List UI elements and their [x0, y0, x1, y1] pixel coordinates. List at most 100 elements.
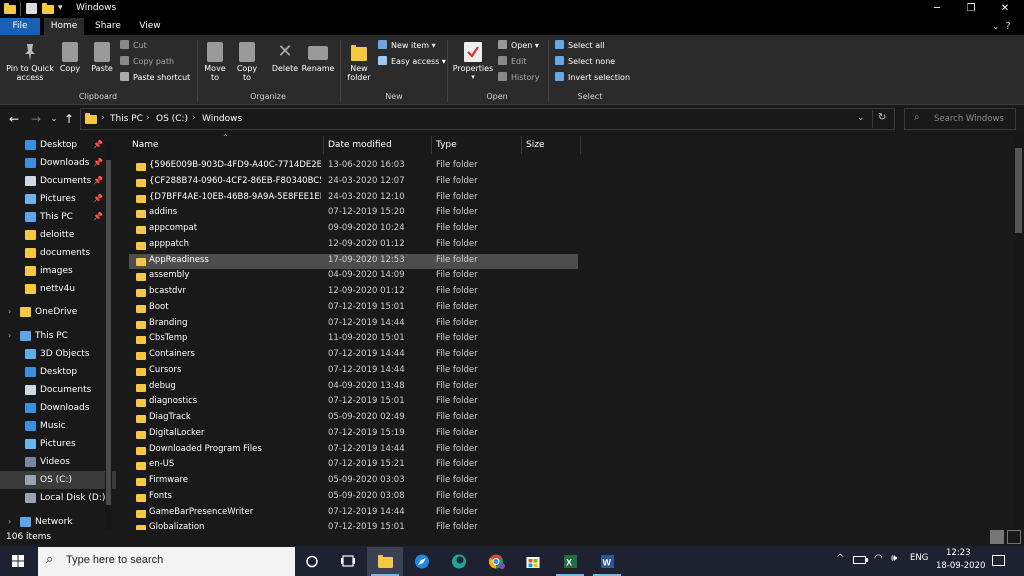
chevron-down-icon[interactable]: ⌄ [992, 22, 1000, 32]
start-button[interactable] [0, 546, 36, 576]
chevron-right-icon[interactable]: › [8, 303, 11, 321]
chevron-right-icon[interactable]: › [101, 113, 105, 123]
chevron-down-icon[interactable]: ▾ [58, 3, 63, 13]
cut-button[interactable]: Cut [120, 39, 147, 53]
history-button[interactable]: History [498, 71, 539, 85]
clock-time[interactable]: 12:23 [946, 548, 971, 558]
table-row[interactable]: DiagTrack 05-09-2020 02:49 File folder [129, 411, 578, 427]
table-row[interactable]: Downloaded Program Files 07-12-2019 14:44… [129, 443, 578, 459]
table-row[interactable]: Containers 07-12-2019 14:44 File folder [129, 348, 578, 364]
tab-file[interactable]: File [0, 18, 40, 35]
table-row[interactable]: debug 04-09-2020 13:48 File folder [129, 380, 578, 396]
cortana-button[interactable] [294, 547, 330, 576]
table-row[interactable]: en-US 07-12-2019 15:21 File folder [129, 458, 578, 474]
show-hidden-icons-icon[interactable]: ^ [836, 553, 844, 564]
table-row[interactable]: bcastdvr 12-09-2020 01:12 File folder [129, 285, 578, 301]
details-view-icon[interactable] [990, 530, 1004, 544]
table-row[interactable]: {D7BFF4AE-10EB-46B8-9A9A-5E8FEE1EFB... 24… [129, 191, 578, 207]
store-taskbar-button[interactable] [515, 547, 551, 576]
table-row[interactable]: apppatch 12-09-2020 01:12 File folder [129, 238, 578, 254]
quick-access-item[interactable]: Downloads 📌 [0, 154, 116, 172]
forward-arrow-icon[interactable]: → [28, 110, 44, 128]
quick-access-item[interactable]: Pictures 📌 [0, 190, 116, 208]
nav-item-this-pc[interactable]: This PC › [0, 327, 116, 345]
quick-access-item[interactable]: deloitte [0, 226, 116, 244]
table-row[interactable]: Firmware 05-09-2020 03:03 File folder [129, 474, 578, 490]
table-row[interactable]: appcompat 09-09-2020 10:24 File folder [129, 222, 578, 238]
battery-icon[interactable] [853, 556, 866, 564]
chevron-right-icon[interactable]: › [8, 327, 11, 345]
this-pc-item[interactable]: Videos [0, 453, 116, 471]
table-row[interactable]: assembly 04-09-2020 14:09 File folder [129, 269, 578, 285]
this-pc-item[interactable]: 3D Objects [0, 345, 116, 363]
chevron-right-icon[interactable]: › [192, 113, 196, 123]
quick-access-item[interactable]: Desktop 📌 [0, 136, 116, 154]
table-row[interactable]: Cursors 07-12-2019 14:44 File folder [129, 364, 578, 380]
chevron-right-icon[interactable]: › [146, 113, 150, 123]
quick-access-item[interactable]: nettv4u [0, 280, 116, 298]
table-row[interactable]: {596E009B-903D-4FD9-A40C-7714DE2E02... 13… [129, 159, 578, 175]
tab-home[interactable]: Home [44, 18, 84, 35]
notification-icon[interactable] [992, 555, 1005, 566]
pin-to-quick-access-button[interactable]: Pin to Quick access [4, 42, 56, 82]
select-none-button[interactable]: Select none [555, 55, 615, 69]
breadcrumb-os-c[interactable]: OS (C:) [156, 114, 188, 124]
quick-access-item[interactable]: documents [0, 244, 116, 262]
safari-taskbar-button[interactable] [404, 547, 440, 576]
this-pc-item[interactable]: Pictures [0, 435, 116, 453]
delete-button[interactable]: ✕ Delete [270, 42, 300, 74]
maximize-icon[interactable]: ❐ [954, 0, 988, 18]
move-to-button[interactable]: Move to [203, 42, 227, 82]
this-pc-item[interactable]: Downloads [0, 399, 116, 417]
column-separator[interactable] [580, 136, 581, 154]
help-icon[interactable]: ? [1000, 18, 1016, 35]
quick-access-item[interactable]: This PC 📌 [0, 208, 116, 226]
paste-button[interactable]: Paste [89, 42, 115, 73]
this-pc-item[interactable]: Local Disk (D:) [0, 489, 116, 507]
back-arrow-icon[interactable]: ← [6, 110, 22, 128]
table-row[interactable]: DigitalLocker 07-12-2019 15:19 File folder [129, 427, 578, 443]
table-row[interactable]: CbsTemp 11-09-2020 15:01 File folder [129, 332, 578, 348]
language-indicator[interactable]: ENG [910, 553, 928, 563]
rename-button[interactable]: Rename [301, 42, 335, 73]
new-folder-icon[interactable] [42, 3, 54, 14]
table-row[interactable]: GameBarPresenceWriter 07-12-2019 14:44 Fil… [129, 506, 578, 522]
edit-button[interactable]: Edit [498, 55, 527, 69]
wifi-icon[interactable]: ◠ [874, 553, 883, 564]
tab-share[interactable]: Share [88, 18, 128, 35]
table-row[interactable]: AppReadiness 17-09-2020 12:53 File folder [129, 253, 578, 270]
table-row[interactable]: Branding 07-12-2019 14:44 File folder [129, 317, 578, 333]
select-all-button[interactable]: Select all [555, 39, 605, 53]
quick-access-item[interactable]: Documents 📌 [0, 172, 116, 190]
word-taskbar-button[interactable]: W [589, 547, 625, 576]
volume-icon[interactable]: 🕪 [891, 553, 897, 564]
new-item-button[interactable]: New item ▾ [378, 39, 436, 53]
this-pc-item[interactable]: Documents [0, 381, 116, 399]
this-pc-item[interactable]: Music [0, 417, 116, 435]
new-folder-button[interactable]: New folder [344, 42, 374, 82]
close-icon[interactable]: ✕ [988, 0, 1022, 18]
up-arrow-icon[interactable]: ↑ [61, 110, 77, 128]
address-dropdown-icon[interactable]: ⌄ [857, 113, 865, 123]
nav-item-onedrive[interactable]: OneDrive › [0, 303, 116, 321]
task-view-button[interactable] [330, 547, 366, 576]
table-row[interactable]: Boot 07-12-2019 15:01 File folder [129, 301, 578, 317]
column-separator[interactable] [521, 136, 522, 154]
copy-button[interactable]: Copy [58, 42, 82, 73]
this-pc-item[interactable]: Desktop [0, 363, 116, 381]
column-header-name[interactable]: Name [132, 140, 159, 150]
copy-path-button[interactable]: Copy path [120, 55, 174, 69]
minimize-icon[interactable]: ─ [920, 0, 954, 18]
table-row[interactable]: {CF288B74-0960-4CF2-86EB-F80340BC59... 24… [129, 175, 578, 191]
file-explorer-taskbar-button[interactable] [367, 547, 403, 576]
open-button[interactable]: Open ▾ [498, 39, 539, 53]
large-icons-view-icon[interactable] [1007, 530, 1021, 544]
invert-selection-button[interactable]: Invert selection [555, 71, 630, 85]
column-header-size[interactable]: Size [526, 140, 544, 150]
this-pc-item[interactable]: OS (C:) [0, 471, 116, 489]
refresh-icon[interactable]: ↻ [878, 112, 886, 123]
recent-locations-icon[interactable]: ⌄ [46, 110, 62, 128]
column-header-type[interactable]: Type [436, 140, 457, 150]
table-row[interactable]: addins 07-12-2019 15:20 File folder [129, 206, 578, 222]
breadcrumb-this-pc[interactable]: This PC [110, 114, 143, 124]
